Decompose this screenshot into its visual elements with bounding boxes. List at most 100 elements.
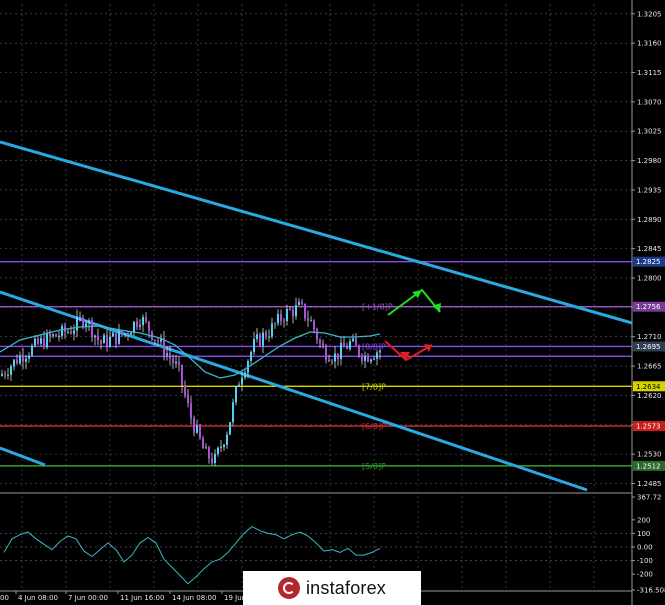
candle-body	[172, 358, 174, 364]
candle-body	[190, 403, 192, 419]
candle-body	[70, 331, 72, 334]
candle-body	[88, 320, 90, 324]
candle-body	[142, 317, 144, 326]
candle-body	[331, 361, 333, 363]
candle-body	[91, 320, 93, 338]
price-chart: [+1/8]P [8/8]P [7/8]P [6/8]P [5/8]P 1.3205 1.…	[0, 0, 665, 605]
candle-body	[118, 330, 120, 344]
price-tick-label: 1.2530	[637, 451, 662, 459]
price-tick-label: 1.2710	[637, 333, 662, 341]
time-label: 4 Jun 08:00	[18, 594, 58, 602]
candle-body	[289, 309, 291, 311]
candle-body	[292, 309, 294, 317]
osc-tick-label: -100	[637, 557, 653, 565]
candle-body	[310, 320, 312, 322]
candle-body	[58, 335, 60, 337]
candle-body	[298, 301, 300, 305]
candle-body	[241, 377, 243, 385]
candle-body	[19, 355, 21, 364]
candle-body	[82, 317, 84, 327]
price-tick-label: 1.3160	[637, 40, 662, 48]
candle-body	[181, 365, 183, 386]
price-tag-label: 1.2695	[636, 343, 661, 351]
candle-body	[349, 341, 351, 349]
candle-body	[13, 359, 15, 367]
candle-body	[277, 313, 279, 324]
candle-body	[325, 347, 327, 360]
osc-tick-label: 100	[637, 530, 650, 538]
candle-body	[46, 332, 48, 348]
candle-body	[202, 438, 204, 449]
candle-body	[361, 355, 363, 361]
candle-body	[337, 353, 339, 360]
time-label: 11 Jun 16:00	[120, 594, 164, 602]
instaforex-watermark: instaforex	[243, 571, 421, 605]
candle-body	[49, 332, 51, 337]
candle-body	[214, 453, 216, 464]
candle-body	[343, 342, 345, 348]
candle-body	[25, 358, 27, 362]
murrey-label: [+1/8]P	[362, 303, 393, 312]
candle-body	[55, 334, 57, 337]
candle-body	[22, 355, 24, 362]
candle-body	[370, 359, 372, 362]
candle-body	[100, 340, 102, 344]
price-tag-label: 1.2512	[636, 462, 661, 470]
price-tag-label: 1.2825	[636, 258, 661, 266]
candle-body	[97, 335, 99, 341]
candle-body	[106, 335, 108, 347]
candle-body	[103, 335, 105, 344]
price-tick-label: 1.2620	[637, 392, 662, 400]
candle-body	[223, 444, 225, 447]
candle-body	[7, 374, 9, 376]
candle-body	[256, 334, 258, 340]
candle-body	[28, 355, 30, 359]
price-tick-label: 1.3115	[637, 69, 662, 77]
candle-body	[271, 323, 273, 337]
murrey-label: [5/8]P	[362, 462, 386, 471]
candle-body	[280, 313, 282, 321]
candle-body	[217, 447, 219, 454]
price-tick-label: 1.2485	[637, 480, 662, 488]
price-tick-label: 1.2800	[637, 274, 662, 282]
candle-body	[187, 395, 189, 404]
candle-body	[124, 333, 126, 335]
candle-body	[304, 303, 306, 319]
candle-body	[286, 309, 288, 322]
candle-body	[262, 332, 264, 346]
candle-body	[94, 335, 96, 338]
candle-body	[175, 361, 177, 364]
candle-body	[157, 339, 159, 342]
candle-body	[4, 374, 6, 376]
candle-body	[358, 345, 360, 356]
osc-tick-label: 0.00	[637, 543, 653, 551]
candle-body	[148, 321, 150, 332]
candle-body	[145, 317, 147, 322]
candle-body	[229, 422, 231, 435]
candle-body	[250, 352, 252, 361]
candle-body	[79, 316, 81, 318]
candle-body	[367, 355, 369, 362]
price-tag-label: 1.2634	[636, 383, 661, 391]
candle-body	[115, 332, 117, 344]
candle-body	[1, 374, 3, 376]
candle-body	[295, 304, 297, 317]
price-tick-label: 1.2665	[637, 363, 662, 371]
candle-body	[244, 372, 246, 378]
price-tick-label: 1.2935	[637, 186, 662, 194]
candle-body	[133, 321, 135, 333]
candle-body	[112, 332, 114, 337]
candle-body	[178, 361, 180, 366]
candle-body	[319, 339, 321, 344]
candle-body	[205, 447, 207, 449]
osc-tick-label: 200	[637, 516, 650, 524]
candle-body	[76, 316, 78, 331]
candle-body	[154, 339, 156, 341]
candle-body	[253, 339, 255, 353]
candle-body	[16, 359, 18, 364]
time-label: 14 Jun 08:00	[172, 594, 216, 602]
candle-body	[307, 318, 309, 321]
price-tag-label: 1.2573	[636, 423, 661, 431]
candle-body	[31, 345, 33, 356]
price-tick-label: 1.2845	[637, 245, 662, 253]
